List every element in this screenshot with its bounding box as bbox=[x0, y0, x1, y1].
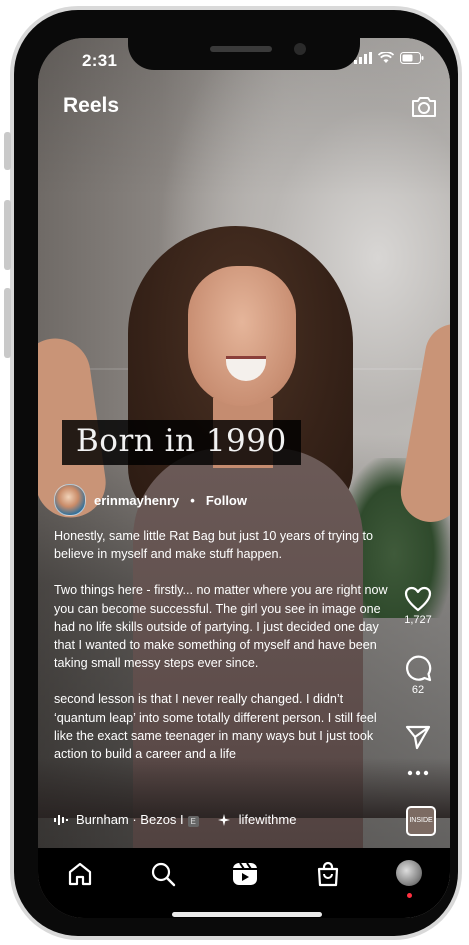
like-count: 1,727 bbox=[404, 614, 432, 626]
explicit-badge: E bbox=[187, 816, 199, 827]
author-username[interactable]: erinmayhenry bbox=[94, 493, 179, 508]
author-row: erinmayhenry • Follow bbox=[54, 484, 247, 516]
audio-thumbnail[interactable]: INSIDE bbox=[406, 806, 436, 836]
volume-down-button bbox=[4, 288, 11, 358]
music-row[interactable]: Burnham · Bezos IE lifewithme bbox=[54, 812, 296, 827]
avatar[interactable] bbox=[54, 484, 86, 516]
description-paragraph: Honestly, same little Rat Bag but just 1… bbox=[54, 529, 373, 562]
signal-icon bbox=[354, 52, 372, 64]
speaker-grille bbox=[210, 46, 272, 52]
music-track[interactable]: Burnham · Bezos IE bbox=[76, 812, 199, 827]
description-fade bbox=[38, 758, 450, 818]
notification-dot bbox=[407, 893, 412, 898]
comment-icon[interactable] bbox=[404, 654, 432, 682]
follow-button[interactable]: Follow bbox=[206, 493, 247, 508]
send-icon[interactable] bbox=[404, 724, 432, 750]
status-time: 2:31 bbox=[82, 51, 118, 70]
home-icon[interactable] bbox=[66, 860, 94, 888]
page-title: Reels bbox=[63, 94, 120, 117]
front-camera bbox=[294, 43, 306, 55]
status-bar: 2:31 bbox=[38, 38, 450, 84]
description-paragraph: second lesson is that I never really cha… bbox=[54, 692, 377, 762]
reel-description[interactable]: Honestly, same little Rat Bag but just 1… bbox=[54, 527, 394, 781]
home-indicator[interactable] bbox=[172, 912, 322, 917]
reels-screen: 2:31 Reels Born in 1990 erinmayhenry • F… bbox=[38, 38, 450, 918]
share-action[interactable] bbox=[404, 724, 432, 770]
search-icon[interactable] bbox=[149, 860, 177, 888]
wifi-icon bbox=[378, 52, 394, 63]
battery-icon bbox=[400, 52, 424, 64]
video-caption: Born in 1990 bbox=[62, 420, 301, 465]
bottom-tab-bar bbox=[38, 848, 450, 918]
person-face bbox=[188, 266, 296, 406]
more-options-icon[interactable] bbox=[407, 770, 429, 776]
volume-up-button bbox=[4, 200, 11, 270]
mute-switch bbox=[4, 132, 11, 170]
reels-icon[interactable] bbox=[231, 860, 259, 888]
audio-wave-icon bbox=[54, 814, 68, 825]
separator-dot: • bbox=[190, 492, 195, 508]
profile-avatar[interactable] bbox=[396, 860, 422, 886]
topic-tag[interactable]: lifewithme bbox=[239, 812, 297, 827]
notch bbox=[128, 38, 360, 70]
heart-icon[interactable] bbox=[404, 586, 432, 612]
description-paragraph: Two things here - firstly... no matter w… bbox=[54, 583, 388, 671]
status-icons bbox=[354, 52, 424, 64]
action-column: 1,727 62 bbox=[398, 586, 438, 800]
more-action[interactable] bbox=[407, 770, 429, 800]
sparkle-icon bbox=[217, 813, 230, 826]
shop-icon[interactable] bbox=[314, 860, 342, 888]
like-action[interactable]: 1,727 bbox=[404, 586, 432, 654]
camera-icon[interactable] bbox=[410, 94, 438, 120]
comment-count: 62 bbox=[411, 684, 425, 696]
comment-action[interactable]: 62 bbox=[404, 654, 432, 724]
